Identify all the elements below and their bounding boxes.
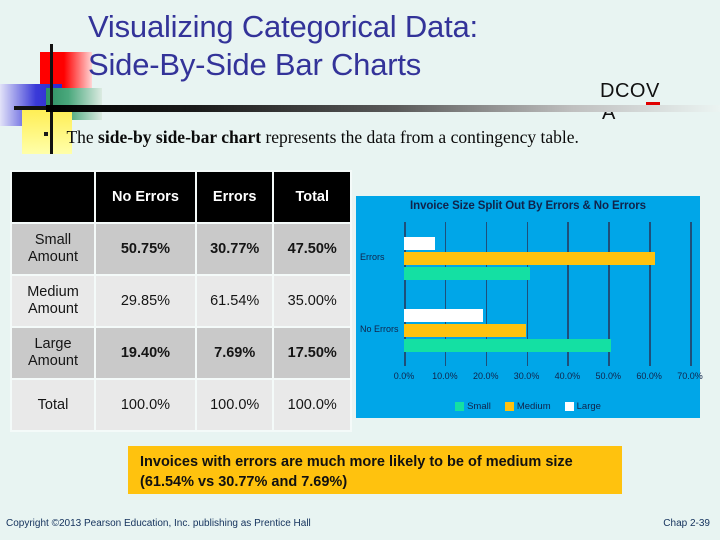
table-cell-large-no-errors: 19.40%	[96, 328, 195, 378]
bullet-text-suffix: represents the data from a contingency t…	[261, 127, 579, 147]
side-by-side-bar-chart: Invoice Size Split Out By Errors & No Er…	[356, 196, 703, 418]
table-corner-header	[12, 172, 94, 222]
table-cell-large-total: 17.50%	[274, 328, 350, 378]
contingency-table: No Errors Errors Total Small Amount 50.7…	[10, 170, 352, 432]
bullet-marker-icon	[44, 132, 48, 136]
table-body: Small Amount 50.75% 30.77% 47.50% Medium…	[12, 224, 350, 430]
table-cell-total-total: 100.0%	[274, 380, 350, 430]
chart-bar-errors-medium	[404, 251, 656, 265]
footer-copyright: Copyright ©2013 Pearson Education, Inc. …	[6, 518, 311, 529]
chart-legend-item-medium: Medium	[504, 401, 551, 412]
page-title: Visualizing Categorical Data: Side-By-Si…	[88, 8, 588, 84]
chart-gridline-7	[690, 222, 692, 366]
dcova-watermark: DCOV A	[600, 80, 660, 124]
table-row: Total 100.0% 100.0% 100.0%	[12, 380, 350, 430]
page-title-line-1: Visualizing Categorical Data:	[88, 9, 478, 44]
table-header-row: No Errors Errors Total	[12, 172, 350, 222]
chart-legend-item-small: Small	[455, 401, 491, 412]
bullet-text-emphasis: side-by side-bar chart	[98, 127, 262, 147]
table-row-header-small: Small Amount	[12, 224, 94, 274]
bullet-text-wrapper: The side-by side-bar chart represents th…	[66, 126, 626, 149]
footer-chapter: Chap 2-39	[663, 518, 710, 529]
chart-xtick-label-5: 50.0%	[595, 371, 622, 381]
bullet-text-prefix: The	[66, 127, 99, 147]
table-row-header-total: Total	[12, 380, 94, 430]
chart-title: Invoice Size Split Out By Errors & No Er…	[410, 200, 646, 212]
table-row-header-large: Large Amount	[12, 328, 94, 378]
table-cell-small-no-errors: 50.75%	[96, 224, 195, 274]
chart-plot-area: Errors No Errors 0.0% 10.0% 20.0% 30.0% 40.0% 5…	[360, 222, 703, 381]
chart-xtick-label-7: 70.0%	[677, 371, 703, 381]
title-divider	[46, 105, 720, 112]
table-row-header-medium: Medium Amount	[12, 276, 94, 326]
page-title-line-2: Side-By-Side Bar Charts	[88, 47, 422, 82]
chart-legend-item-large: Large	[564, 401, 601, 412]
bullet-row: The side-by side-bar chart represents th…	[44, 126, 644, 149]
table-row: Small Amount 50.75% 30.77% 47.50%	[12, 224, 350, 274]
chart-legend: Small Medium Large	[356, 401, 700, 412]
chart-legend-swatch-large	[564, 402, 574, 411]
chart-xtick-label-0: 0.0%	[393, 371, 415, 381]
chart-xtick-label-4: 40.0%	[554, 371, 581, 381]
table-column-header-no-errors: No Errors	[96, 172, 195, 222]
table-column-header-total: Total	[274, 172, 350, 222]
chart-bar-errors-large	[404, 236, 436, 250]
table-cell-total-no-errors: 100.0%	[96, 380, 195, 430]
callout-text: Invoices with errors are much more likel…	[140, 454, 573, 490]
table-header: No Errors Errors Total	[12, 172, 350, 222]
dcova-highlight-letter: V	[645, 80, 660, 105]
chart-bar-no-errors-large	[404, 308, 484, 322]
table-row: Medium Amount 29.85% 61.54% 35.00%	[12, 276, 350, 326]
chart-legend-label-medium: Medium	[516, 401, 551, 412]
table-cell-total-errors: 100.0%	[196, 380, 273, 430]
chart-bar-no-errors-small	[404, 338, 612, 352]
chart-xtick-label-2: 20.0%	[472, 371, 499, 381]
table-cell-medium-no-errors: 29.85%	[96, 276, 195, 326]
table-cell-small-errors: 30.77%	[196, 224, 273, 274]
callout-box: Invoices with errors are much more likel…	[128, 446, 622, 494]
table-cell-medium-total: 35.00%	[274, 276, 350, 326]
chart-legend-label-small: Small	[467, 401, 491, 412]
table-cell-large-errors: 7.69%	[196, 328, 273, 378]
table-cell-small-total: 47.50%	[274, 224, 350, 274]
chart-bar-no-errors-medium	[404, 323, 526, 337]
chart-category-label-errors: Errors	[360, 252, 385, 262]
chart-legend-label-large: Large	[576, 401, 601, 412]
table-row: Large Amount 19.40% 7.69% 17.50%	[12, 328, 350, 378]
chart-bar-errors-small	[404, 266, 530, 280]
chart-legend-swatch-medium	[504, 402, 514, 411]
chart-gridline-6	[649, 222, 651, 366]
bullet-text: The side-by side-bar chart represents th…	[66, 127, 578, 147]
chart-xtick-label-1: 10.0%	[432, 371, 458, 381]
chart-xtick-label-6: 60.0%	[636, 371, 662, 381]
table-cell-medium-errors: 61.54%	[196, 276, 273, 326]
table-column-header-errors: Errors	[196, 172, 273, 222]
dcova-prefix: DCO	[600, 80, 646, 102]
chart-xtick-label-3: 30.0%	[513, 371, 540, 381]
chart-category-label-no-errors: No Errors	[360, 324, 399, 334]
chart-legend-swatch-small	[455, 402, 465, 411]
